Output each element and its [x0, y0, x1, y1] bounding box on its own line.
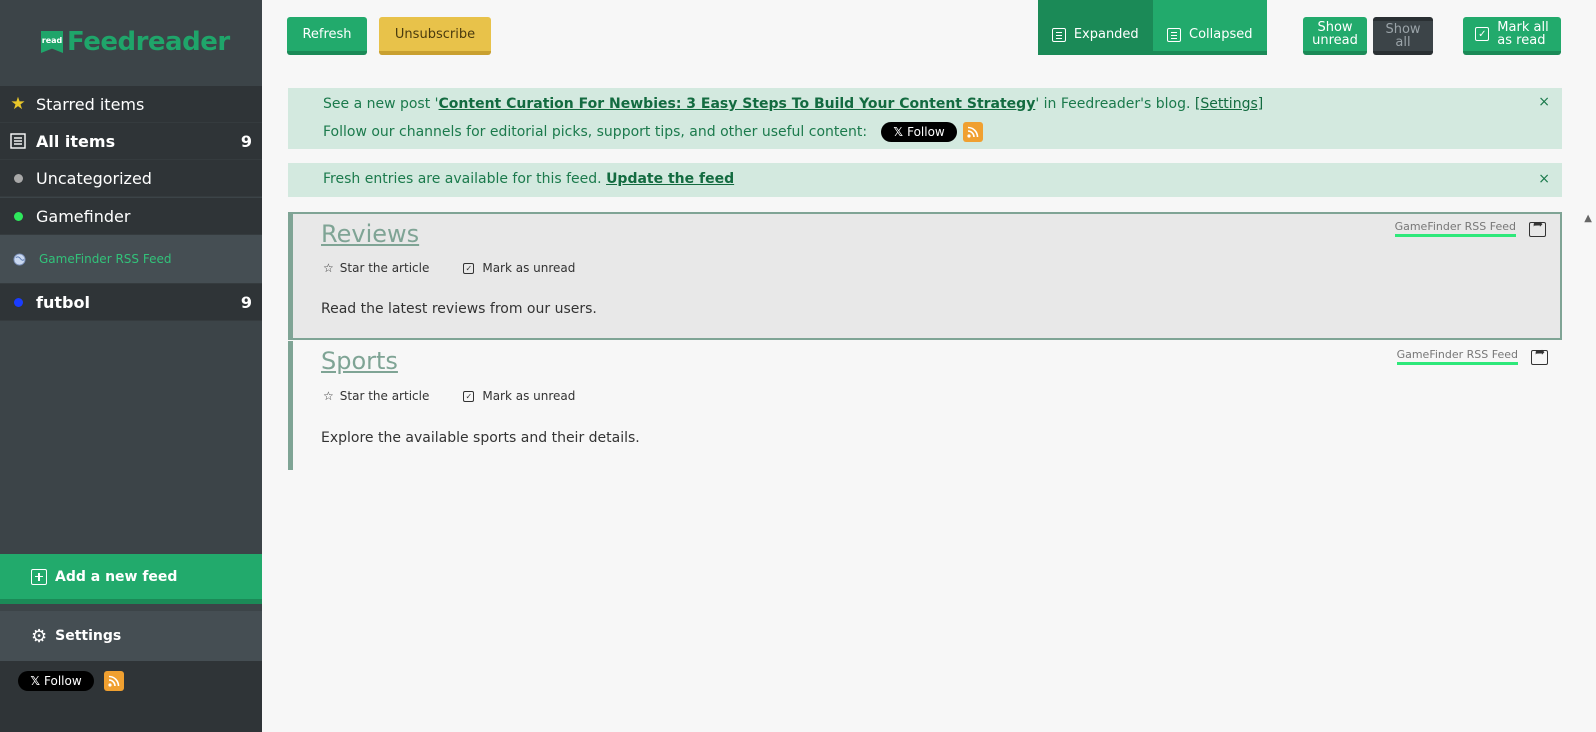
- checkbox-icon: ✓: [1475, 27, 1490, 41]
- dot-icon: [0, 173, 36, 183]
- blog-notice: See a new post 'Content Curation For New…: [288, 88, 1562, 149]
- share-icon[interactable]: [1531, 345, 1548, 365]
- x-follow-button[interactable]: 𝕏 Follow: [18, 671, 94, 691]
- sidebar-item-uncategorized[interactable]: Uncategorized: [0, 160, 262, 197]
- x-icon: 𝕏: [30, 674, 41, 688]
- follow-label: Follow: [44, 674, 82, 688]
- mark-unread-button[interactable]: ✓ Mark as unread: [463, 389, 575, 403]
- blog-post-link[interactable]: Content Curation For Newbies: 3 Easy Ste…: [439, 96, 1036, 112]
- settings-label: Settings: [55, 628, 122, 644]
- article-feed-link[interactable]: GameFinder RSS Feed: [1394, 220, 1516, 237]
- star-article-label: Star the article: [339, 389, 430, 403]
- mark-all-read-button[interactable]: ✓ Mark all as read: [1463, 17, 1561, 55]
- show-unread-line2: unread: [1312, 33, 1358, 48]
- rss-icon[interactable]: [963, 122, 984, 142]
- unsubscribe-button[interactable]: Unsubscribe: [379, 17, 491, 55]
- x-follow-button[interactable]: 𝕏 Follow: [881, 122, 958, 142]
- app-logo[interactable]: read Feedreader: [41, 24, 230, 60]
- follow-line: Follow our channels for editorial picks,…: [323, 122, 984, 142]
- dot-icon: [0, 297, 36, 307]
- plus-square-icon: [31, 568, 47, 585]
- sidebar-item-gamefinder-rss[interactable]: GameFinder RSS Feed: [0, 235, 262, 284]
- article-body: Explore the available sports and their d…: [321, 430, 640, 446]
- sidebar-item-label: Starred items: [36, 94, 145, 114]
- globe-icon: [0, 252, 39, 266]
- article-title[interactable]: Sports: [321, 347, 398, 375]
- star-outline-icon: ☆: [323, 389, 334, 403]
- logo-badge: read: [41, 31, 63, 53]
- notice-text: See a new post ': [323, 96, 439, 112]
- sidebar-item-label: All items: [36, 131, 116, 151]
- collapsed-label: Collapsed: [1189, 27, 1253, 42]
- add-feed-button[interactable]: Add a new feed: [0, 554, 262, 604]
- article-title[interactable]: Reviews: [321, 220, 419, 248]
- article-body: Read the latest reviews from our users.: [321, 301, 597, 317]
- gear-icon: ⚙: [31, 625, 48, 647]
- update-feed-link[interactable]: Update the feed: [606, 171, 734, 187]
- dot-icon: [0, 211, 36, 221]
- unread-count: 9: [240, 292, 252, 312]
- show-all-line2: all: [1395, 35, 1411, 50]
- refresh-button[interactable]: Refresh: [287, 17, 367, 55]
- sidebar-item-all[interactable]: All items 9: [0, 123, 262, 160]
- expanded-label: Expanded: [1073, 27, 1139, 42]
- star-icon: ★: [10, 94, 26, 114]
- sidebar-footer: 𝕏 Follow: [0, 661, 262, 732]
- mark-unread-button[interactable]: ✓ Mark as unread: [463, 261, 575, 275]
- list-icon: [0, 133, 36, 149]
- settings-button[interactable]: ⚙ Settings: [0, 611, 262, 661]
- follow-label: Follow: [907, 125, 945, 139]
- star-article-button[interactable]: ☆ Star the article: [323, 389, 429, 403]
- fresh-entries-notice: Fresh entries are available for this fee…: [288, 163, 1562, 197]
- checkbox-icon: ✓: [463, 262, 475, 274]
- star-article-label: Star the article: [339, 261, 430, 275]
- sidebar-item-label: Gamefinder: [36, 206, 131, 226]
- unread-count: 9: [240, 131, 252, 151]
- sidebar-item-label: Uncategorized: [36, 168, 152, 188]
- sidebar-item-label: futbol: [36, 292, 90, 312]
- expanded-view-button[interactable]: Expanded: [1038, 0, 1153, 51]
- sidebar-item-futbol[interactable]: futbol 9: [0, 284, 262, 321]
- sidebar-item-starred[interactable]: ★ Starred items: [0, 86, 262, 123]
- fresh-notice-line: Fresh entries are available for this fee…: [323, 171, 734, 187]
- notice-text: Fresh entries are available for this fee…: [323, 171, 607, 187]
- scroll-up-arrow-icon[interactable]: ▲: [1584, 213, 1592, 224]
- star-article-button[interactable]: ☆ Star the article: [323, 261, 429, 275]
- mark-unread-label: Mark as unread: [482, 389, 576, 403]
- settings-link[interactable]: [Settings]: [1195, 96, 1263, 112]
- add-feed-label: Add a new feed: [55, 568, 178, 585]
- expanded-icon: [1051, 27, 1066, 42]
- show-all-button[interactable]: Show all: [1373, 17, 1433, 55]
- close-icon[interactable]: ×: [1538, 171, 1550, 187]
- article-actions: ☆ Star the article ✓ Mark as unread: [323, 389, 575, 403]
- notice-text: ' in Feedreader's blog.: [1035, 96, 1195, 112]
- article-card[interactable]: Sports ☆ Star the article ✓ Mark as unre…: [288, 341, 1562, 470]
- x-icon: 𝕏: [893, 125, 904, 139]
- checkbox-icon: ✓: [463, 390, 475, 402]
- show-unread-button[interactable]: Show unread: [1303, 17, 1367, 55]
- article-actions: ☆ Star the article ✓ Mark as unread: [323, 261, 575, 275]
- sidebar-item-gamefinder[interactable]: Gamefinder: [0, 198, 262, 235]
- mark-all-line2: as read: [1497, 33, 1546, 48]
- mark-unread-label: Mark as unread: [482, 261, 576, 275]
- collapsed-icon: [1167, 27, 1181, 42]
- logo-text: Feedreader: [67, 27, 230, 57]
- view-mode-toggle: Expanded Collapsed: [1038, 0, 1267, 55]
- collapsed-view-button[interactable]: Collapsed: [1152, 0, 1267, 51]
- blog-notice-line: See a new post 'Content Curation For New…: [323, 96, 1263, 112]
- close-icon[interactable]: ×: [1538, 94, 1550, 110]
- sidebar-item-label: GameFinder RSS Feed: [39, 252, 172, 266]
- article-card[interactable]: Reviews ☆ Star the article ✓ Mark as unr…: [288, 212, 1562, 340]
- article-feed-link[interactable]: GameFinder RSS Feed: [1396, 348, 1518, 365]
- share-icon[interactable]: [1529, 217, 1546, 237]
- rss-icon[interactable]: [104, 671, 124, 691]
- follow-text: Follow our channels for editorial picks,…: [323, 124, 868, 140]
- star-outline-icon: ☆: [323, 261, 334, 275]
- sidebar: read Feedreader ★ Starred items All item…: [0, 0, 262, 732]
